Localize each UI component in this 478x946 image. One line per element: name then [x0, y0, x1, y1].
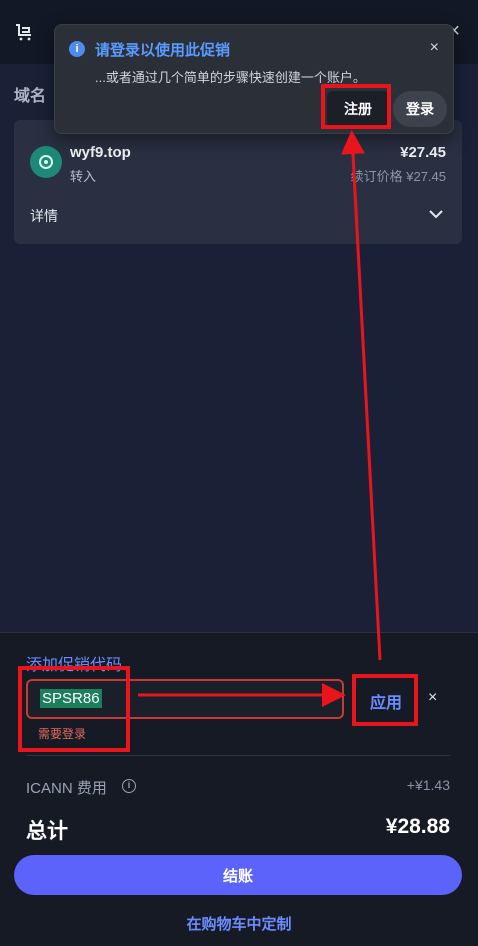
domain-avatar-icon: [30, 146, 62, 178]
promo-code-input[interactable]: SPSR86: [26, 679, 344, 719]
checkout-panel: 添加促销代码 SPSR86 需要登录 应用 × ICANN 费用 i +¥1.4…: [0, 632, 478, 946]
apply-button[interactable]: 应用: [370, 689, 402, 713]
toast-title: 请登录以使用此促销: [95, 42, 231, 59]
toast-body: ...或者通过几个简单的步骤快速创建一个账户。: [95, 70, 366, 85]
register-button[interactable]: 注册: [327, 91, 389, 127]
chevron-down-icon[interactable]: [428, 206, 444, 222]
info-icon: i: [69, 41, 85, 57]
cart-icon[interactable]: [14, 22, 34, 42]
add-promo-code-link[interactable]: 添加促销代码: [26, 651, 122, 675]
details-toggle-label[interactable]: 详情: [30, 206, 58, 226]
total-value: ¥28.88: [385, 815, 450, 838]
checkout-button[interactable]: 结账: [14, 855, 462, 895]
icann-fee-value: +¥1.43: [406, 777, 450, 793]
total-label: 总计: [26, 820, 68, 843]
domain-card: wyf9.top 转入 ¥27.45 续订价格 ¥27.45 详情: [14, 120, 462, 244]
promo-code-value: SPSR86: [40, 689, 102, 708]
renew-price: 续订价格 ¥27.45: [350, 169, 446, 184]
icann-fee-label: ICANN 费用: [26, 780, 107, 797]
toast-close-icon[interactable]: ×: [430, 39, 439, 57]
login-button[interactable]: 登录: [393, 91, 447, 127]
promo-error-text: 需要登录: [38, 727, 87, 741]
login-toast: i 请登录以使用此促销 ...或者通过几个简单的步骤快速创建一个账户。 × 注册…: [54, 24, 454, 134]
clear-promo-icon[interactable]: ×: [428, 689, 437, 707]
section-label-domains: 域名: [14, 88, 47, 105]
customize-in-cart-link[interactable]: 在购物车中定制: [0, 913, 478, 934]
domain-price: ¥27.45: [400, 144, 446, 161]
domain-name: wyf9.top: [70, 144, 131, 161]
info-icon[interactable]: i: [122, 779, 136, 793]
divider: [26, 755, 450, 756]
domain-action: 转入: [70, 169, 97, 184]
